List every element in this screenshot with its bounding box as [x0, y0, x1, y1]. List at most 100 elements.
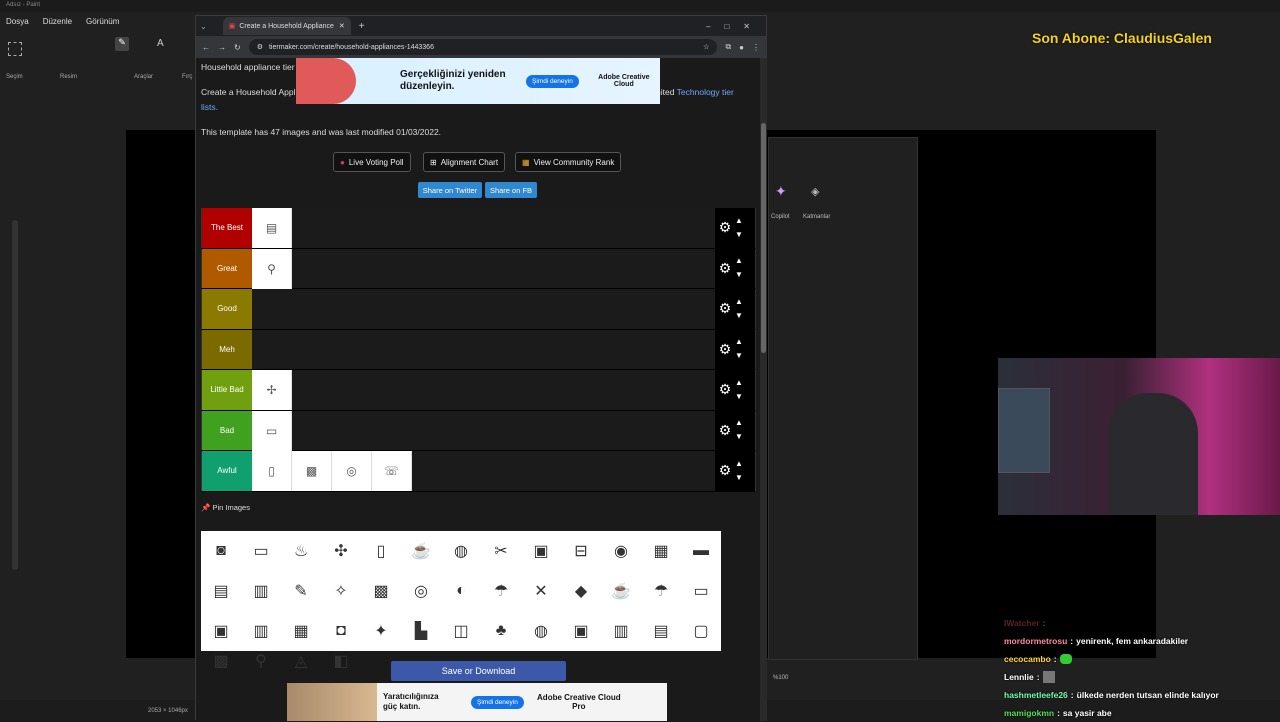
pool-image[interactable]: ▭: [681, 571, 721, 611]
chevron-down-icon[interactable]: ▼: [735, 349, 743, 363]
ad-cta-button[interactable]: Şimdi deneyin: [471, 695, 524, 709]
pool-image[interactable]: ☕: [401, 531, 441, 571]
tier-item-stove[interactable]: ▩: [292, 451, 332, 491]
pool-image[interactable]: ▥: [241, 611, 281, 651]
pool-image[interactable]: ▣: [201, 611, 241, 651]
chevron-up-icon[interactable]: ▲: [735, 416, 743, 430]
pool-image[interactable]: ✧: [321, 571, 361, 611]
extensions-icon[interactable]: ⧉: [725, 42, 731, 52]
pool-image[interactable]: ▙: [401, 611, 441, 651]
gear-icon[interactable]: ⚙: [715, 219, 735, 236]
page-scrollbar[interactable]: [760, 58, 767, 721]
top-ad-banner[interactable]: Gerçekliğinizi yeniden düzenleyin. Şimdi…: [296, 58, 660, 104]
pool-image[interactable]: ▩: [201, 651, 241, 671]
pool-image[interactable]: ☂: [481, 571, 521, 611]
pool-image[interactable]: ◘: [321, 611, 361, 651]
tier-item-fan[interactable]: ✢: [252, 370, 292, 410]
pool-image[interactable]: ✂: [481, 531, 521, 571]
pool-image[interactable]: ▦: [641, 531, 681, 571]
alignment-chart-button[interactable]: ⊞ Alignment Chart: [423, 152, 506, 172]
pool-image[interactable]: ⊟: [561, 531, 601, 571]
pool-image[interactable]: ◫: [441, 611, 481, 651]
community-rank-button[interactable]: ▦ View Community Rank: [515, 152, 622, 172]
pool-image[interactable]: ◉: [601, 531, 641, 571]
tier-label[interactable]: Little Bad: [202, 370, 252, 410]
tier-item-fridge[interactable]: ▯: [252, 451, 292, 491]
chevron-down-icon[interactable]: ▼: [735, 430, 743, 444]
technology-link[interactable]: Technology tier: [677, 87, 734, 97]
tier-item-print[interactable]: ▭: [252, 410, 292, 451]
pool-image[interactable]: ▩: [361, 571, 401, 611]
bookmark-icon[interactable]: ☆: [703, 43, 709, 51]
profile-icon[interactable]: ●: [739, 43, 744, 52]
pool-image[interactable]: ▣: [561, 611, 601, 651]
pencil-icon[interactable]: ✎: [115, 37, 129, 51]
pool-image[interactable]: ✣: [321, 531, 361, 571]
layers-icon[interactable]: ◈: [811, 185, 819, 198]
chevron-up-icon[interactable]: ▲: [735, 335, 743, 349]
pool-image[interactable]: ☂: [641, 571, 681, 611]
chevron-up-icon[interactable]: ▲: [735, 457, 743, 471]
gear-icon[interactable]: ⚙: [715, 422, 735, 439]
pool-image[interactable]: ▦: [281, 611, 321, 651]
select-icon[interactable]: [8, 42, 22, 56]
pool-image[interactable]: ◍: [521, 611, 561, 651]
pool-image[interactable]: ♨: [281, 531, 321, 571]
back-icon[interactable]: ←: [202, 43, 210, 52]
tier-label[interactable]: Good: [202, 289, 252, 329]
pool-image[interactable]: ✕: [521, 571, 561, 611]
pool-image[interactable]: ▯: [361, 531, 401, 571]
gear-icon[interactable]: ⚙: [715, 462, 735, 479]
tier-label[interactable]: Awful: [202, 451, 252, 491]
gear-icon[interactable]: ⚙: [715, 260, 735, 277]
menu-view[interactable]: Görünüm: [86, 17, 119, 27]
chevron-down-icon[interactable]: ▼: [735, 309, 743, 323]
close-tab-icon[interactable]: ✕: [339, 22, 345, 30]
live-voting-poll-button[interactable]: ● Live Voting Poll: [333, 152, 411, 172]
pool-image[interactable]: ☕: [601, 571, 641, 611]
bottom-ad-banner[interactable]: Yaratıcılığınıza güç katın. Şimdi deneyi…: [287, 683, 667, 721]
chevron-down-icon[interactable]: ▼: [735, 268, 743, 282]
pool-image[interactable]: ◐: [441, 571, 481, 611]
chevron-up-icon[interactable]: ▲: [735, 214, 743, 228]
forward-icon[interactable]: →: [218, 43, 226, 52]
copilot-icon[interactable]: ✦: [775, 183, 787, 200]
tier-item-phone[interactable]: ☏: [372, 451, 412, 491]
chevron-down-icon[interactable]: ▼: [735, 471, 743, 485]
pool-image[interactable]: ▬: [681, 531, 721, 571]
menu-edit[interactable]: Düzenle: [43, 17, 72, 27]
pool-image[interactable]: ▣: [521, 531, 561, 571]
pool-image[interactable]: ▥: [241, 571, 281, 611]
pool-image[interactable]: ◬: [281, 651, 321, 671]
chevron-up-icon[interactable]: ▲: [735, 376, 743, 390]
chevron-up-icon[interactable]: ▲: [735, 254, 743, 268]
pool-image[interactable]: ✎: [281, 571, 321, 611]
pool-image[interactable]: ♣: [481, 611, 521, 651]
share-twitter-button[interactable]: Share on Twitter: [418, 182, 482, 198]
pool-image[interactable]: ▥: [601, 611, 641, 651]
chevron-down-icon[interactable]: ▼: [735, 228, 743, 242]
pool-image[interactable]: ▤: [641, 611, 681, 651]
reload-icon[interactable]: ↻: [234, 43, 241, 52]
tier-label[interactable]: The Best: [202, 208, 252, 248]
pool-image[interactable]: ▤: [201, 571, 241, 611]
menu-file[interactable]: Dosya: [6, 17, 29, 27]
pool-image[interactable]: ▭: [241, 531, 281, 571]
site-info-icon[interactable]: ⚙: [257, 43, 263, 51]
pool-image[interactable]: ◆: [561, 571, 601, 611]
url-input[interactable]: ⚙ tiermaker.com/create/household-applian…: [248, 39, 718, 55]
lists-link[interactable]: lists.: [201, 102, 218, 112]
pool-image[interactable]: ◍: [441, 531, 481, 571]
menu-icon[interactable]: ⋮: [752, 43, 760, 52]
tier-label[interactable]: Bad: [202, 410, 252, 450]
pool-image[interactable]: ▢: [681, 611, 721, 651]
pool-image[interactable]: ◧: [321, 651, 361, 671]
tier-item-wash[interactable]: ◎: [332, 451, 372, 491]
tier-label[interactable]: Great: [202, 248, 252, 288]
size-slider[interactable]: [12, 220, 18, 570]
share-fb-button[interactable]: Share on FB: [485, 182, 537, 198]
browser-tab[interactable]: ▣ Create a Household Appliance ✕: [222, 17, 351, 35]
gear-icon[interactable]: ⚙: [715, 341, 735, 358]
gear-icon[interactable]: ⚙: [715, 300, 735, 317]
chevron-up-icon[interactable]: ▲: [735, 295, 743, 309]
